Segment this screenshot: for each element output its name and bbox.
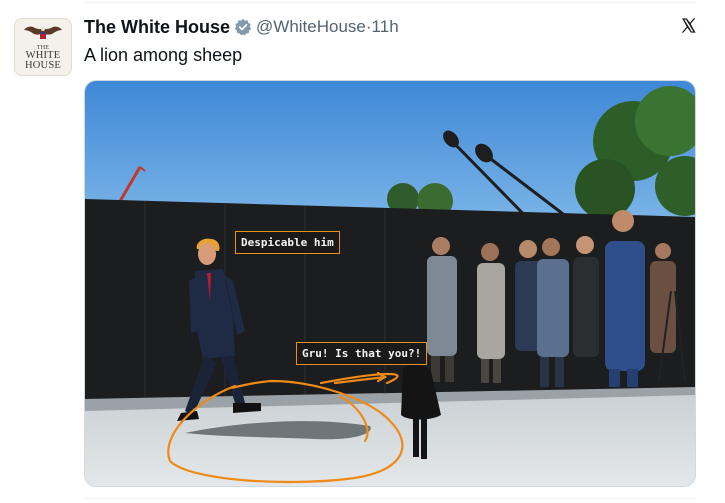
avatar[interactable]: THE WHITE HOUSE	[14, 18, 72, 76]
post-header: The White House @WhiteHouse · 11h	[84, 16, 399, 38]
verified-badge-icon	[234, 18, 252, 36]
x-logo-icon[interactable]	[680, 17, 697, 34]
caption-right: Gru! Is that you?!	[296, 342, 428, 365]
bottom-divider	[84, 498, 697, 499]
top-divider	[84, 2, 697, 3]
caption-left: Despicable him	[235, 231, 340, 254]
avatar-text: THE WHITE HOUSE	[24, 44, 61, 71]
photo-scene	[85, 81, 695, 486]
display-name[interactable]: The White House	[84, 17, 230, 38]
post-text: A lion among sheep	[84, 45, 243, 65]
black-fence	[85, 199, 695, 401]
eagle-icon	[24, 26, 62, 39]
post-photo[interactable]: Despicable him Gru! Is that you?!	[84, 80, 696, 487]
handle[interactable]: @WhiteHouse	[256, 17, 366, 37]
timestamp[interactable]: 11h	[372, 17, 399, 37]
